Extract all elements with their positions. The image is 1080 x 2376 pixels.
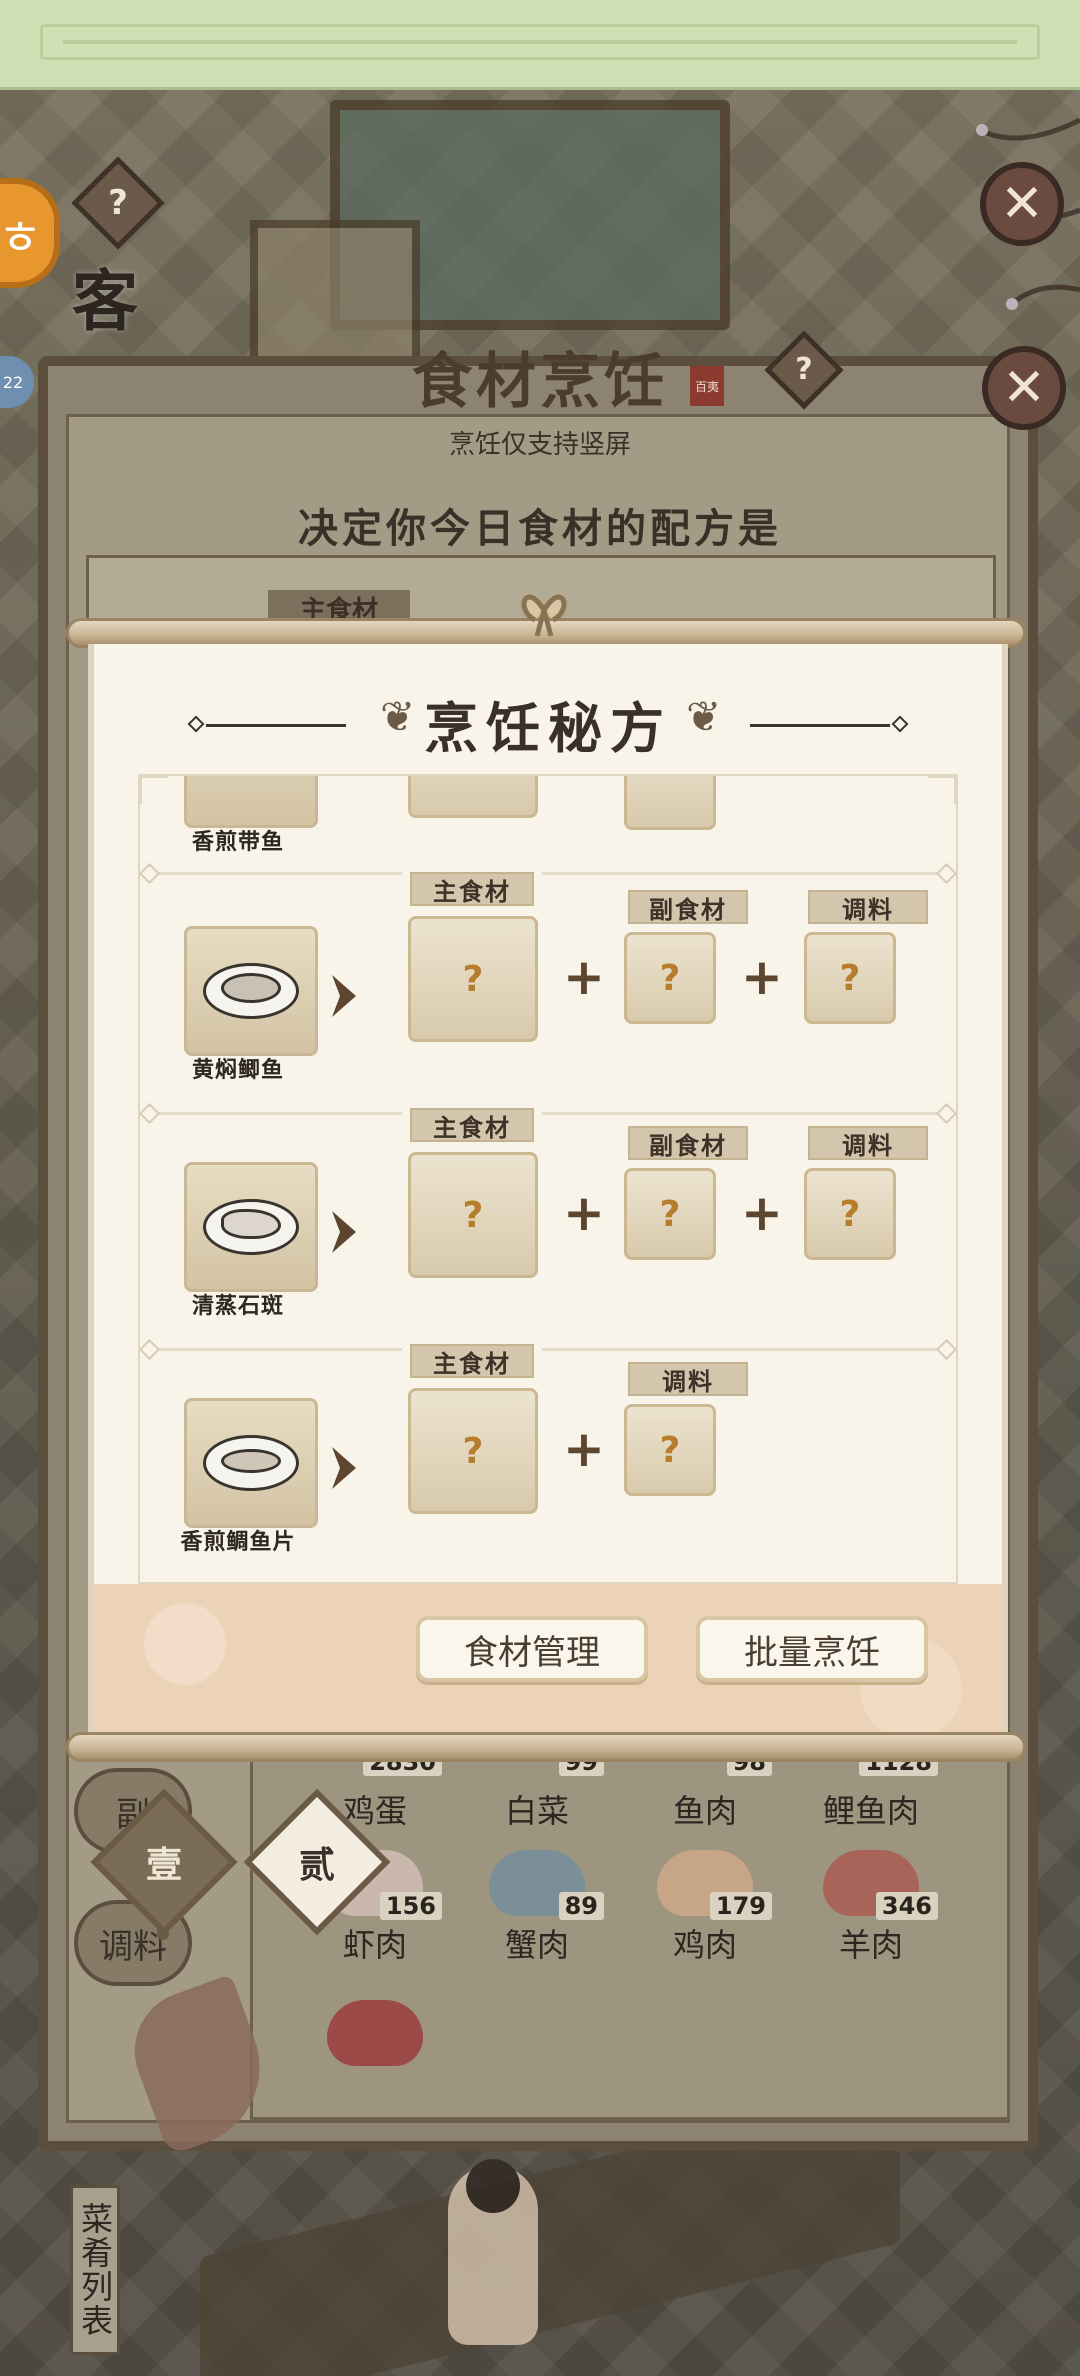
sub-ingredient-slot[interactable]: ?: [624, 1168, 716, 1260]
main-ingredient-label: 主食材: [402, 1344, 542, 1378]
seasoning-slot[interactable]: ?: [804, 1168, 896, 1260]
main-ingredient-slot[interactable]: ?: [408, 1388, 538, 1514]
dish-card: [184, 1398, 318, 1528]
seasoning-slot[interactable]: ?: [804, 932, 896, 1024]
sub-ingredient-label: 副食材: [620, 890, 756, 924]
dish-name: 清蒸石斑: [191, 1293, 284, 1319]
ingredient-beef[interactable]: [290, 2000, 460, 2066]
seasoning-slot: [624, 776, 716, 830]
innkeeper-character: [448, 2159, 538, 2345]
ingredient-crab[interactable]: 89 蟹肉: [452, 1850, 622, 1966]
sub-ingredient-label: 副食材: [620, 1126, 756, 1160]
recipe-row[interactable]: 香煎鲷鱼片 主食材 ? + 调料 ?: [140, 1344, 956, 1582]
sub-ingredient-slot[interactable]: ?: [624, 932, 716, 1024]
guest-label: 客: [72, 262, 138, 340]
chevron-right-icon: [332, 975, 356, 1017]
header-swirl-right: ❦: [686, 692, 722, 741]
top-status-bar: [0, 0, 1080, 90]
scroll-rod-bottom: [66, 1732, 1026, 1762]
main-ingredient-label: 主食材: [402, 872, 542, 906]
dish-card: [184, 926, 318, 1056]
meat-icon: [327, 2000, 423, 2066]
main-ingredient-slot[interactable]: ?: [408, 916, 538, 1042]
pan-fried-fillet-icon: [221, 1449, 281, 1473]
ingredient-management-button[interactable]: 食材管理: [416, 1616, 648, 1682]
recipe-list-viewport: 香煎带鱼 黄焖鲫鱼 主食材 ? + 副食材 ? + 调料 ? 清蒸石斑 主食材 …: [140, 776, 956, 1582]
dish-card: [184, 776, 318, 828]
modal-footer: 食材管理 批量烹饪: [94, 1584, 1002, 1734]
ingredient-cabbage[interactable]: 99 白菜: [452, 1748, 622, 1832]
recipe-question: 决定你今日食材的配方是: [298, 505, 782, 552]
modal-header: ❦ 烹饪秘方 ❦: [94, 644, 1002, 774]
title-seal: 百夷: [690, 366, 724, 406]
row-divider: [146, 872, 950, 875]
secret-recipe-modal: ❦ 烹饪秘方 ❦ 香煎带鱼 黄焖鲫鱼 主食材 ? + 副食材 ? + 调料 ? …: [88, 644, 1008, 1734]
chevron-right-icon: [332, 1447, 356, 1489]
dish-name: 香煎鲷鱼片: [180, 1529, 296, 1555]
plus-icon: +: [563, 1184, 605, 1242]
dish-card: [184, 1162, 318, 1292]
portrait-only-note: 烹饪仅支持竖屏: [448, 430, 631, 460]
plus-icon: +: [741, 948, 783, 1006]
ingredient-fish[interactable]: 98 鱼肉: [620, 1748, 790, 1832]
cooking-panel-title: 食材烹饪: [412, 346, 668, 417]
dish-name: 黄焖鲫鱼: [191, 1057, 284, 1083]
top-frame: [40, 24, 1040, 60]
seasoning-label: 调料: [800, 890, 936, 924]
close-icon: ✕: [1000, 174, 1044, 234]
activity-icon: ㅎ: [0, 210, 43, 266]
help-icon: ?: [795, 352, 813, 387]
recipe-row[interactable]: 清蒸石斑 主食材 ? + 副食材 ? + 调料 ?: [140, 1108, 956, 1348]
ingredient-chicken[interactable]: 179 鸡肉: [620, 1850, 790, 1966]
ingredient-carp[interactable]: 1128 鲤鱼肉: [786, 1748, 956, 1832]
dish-list-button[interactable]: 菜肴列表: [70, 2185, 120, 2355]
steamed-grouper-icon: [221, 1209, 281, 1239]
close-icon: ✕: [1002, 358, 1046, 418]
recipe-row-partial[interactable]: 香煎带鱼: [140, 776, 956, 884]
bow-knot-decoration: [521, 594, 567, 637]
recipe-row[interactable]: 黄焖鲫鱼 主食材 ? + 副食材 ? + 调料 ?: [140, 872, 956, 1112]
braised-fish-icon: [221, 973, 281, 1003]
seasoning-label: 调料: [800, 1126, 936, 1160]
main-ingredient-slot[interactable]: ?: [408, 1152, 538, 1278]
dish-name: 香煎带鱼: [191, 829, 284, 855]
seasoning-label: 调料: [620, 1362, 756, 1396]
help-icon: ?: [108, 183, 128, 223]
recipe-list[interactable]: 香煎带鱼 黄焖鲫鱼 主食材 ? + 副食材 ? + 调料 ? 清蒸石斑 主食材 …: [138, 774, 958, 1584]
main-ingredient-label: 主食材: [402, 1108, 542, 1142]
cooking-close-button[interactable]: ✕: [982, 346, 1066, 430]
header-rule-right: [750, 724, 890, 727]
plus-icon: +: [563, 948, 605, 1006]
scene-close-button[interactable]: ✕: [980, 162, 1064, 246]
ingredient-mutton[interactable]: 346 羊肉: [786, 1850, 956, 1966]
main-ingredient-slot: [408, 776, 538, 818]
plus-icon: +: [741, 1184, 783, 1242]
seasoning-slot[interactable]: ?: [624, 1404, 716, 1496]
plus-icon: +: [563, 1420, 605, 1478]
batch-cooking-button[interactable]: 批量烹饪: [696, 1616, 928, 1682]
chevron-right-icon: [332, 1211, 356, 1253]
